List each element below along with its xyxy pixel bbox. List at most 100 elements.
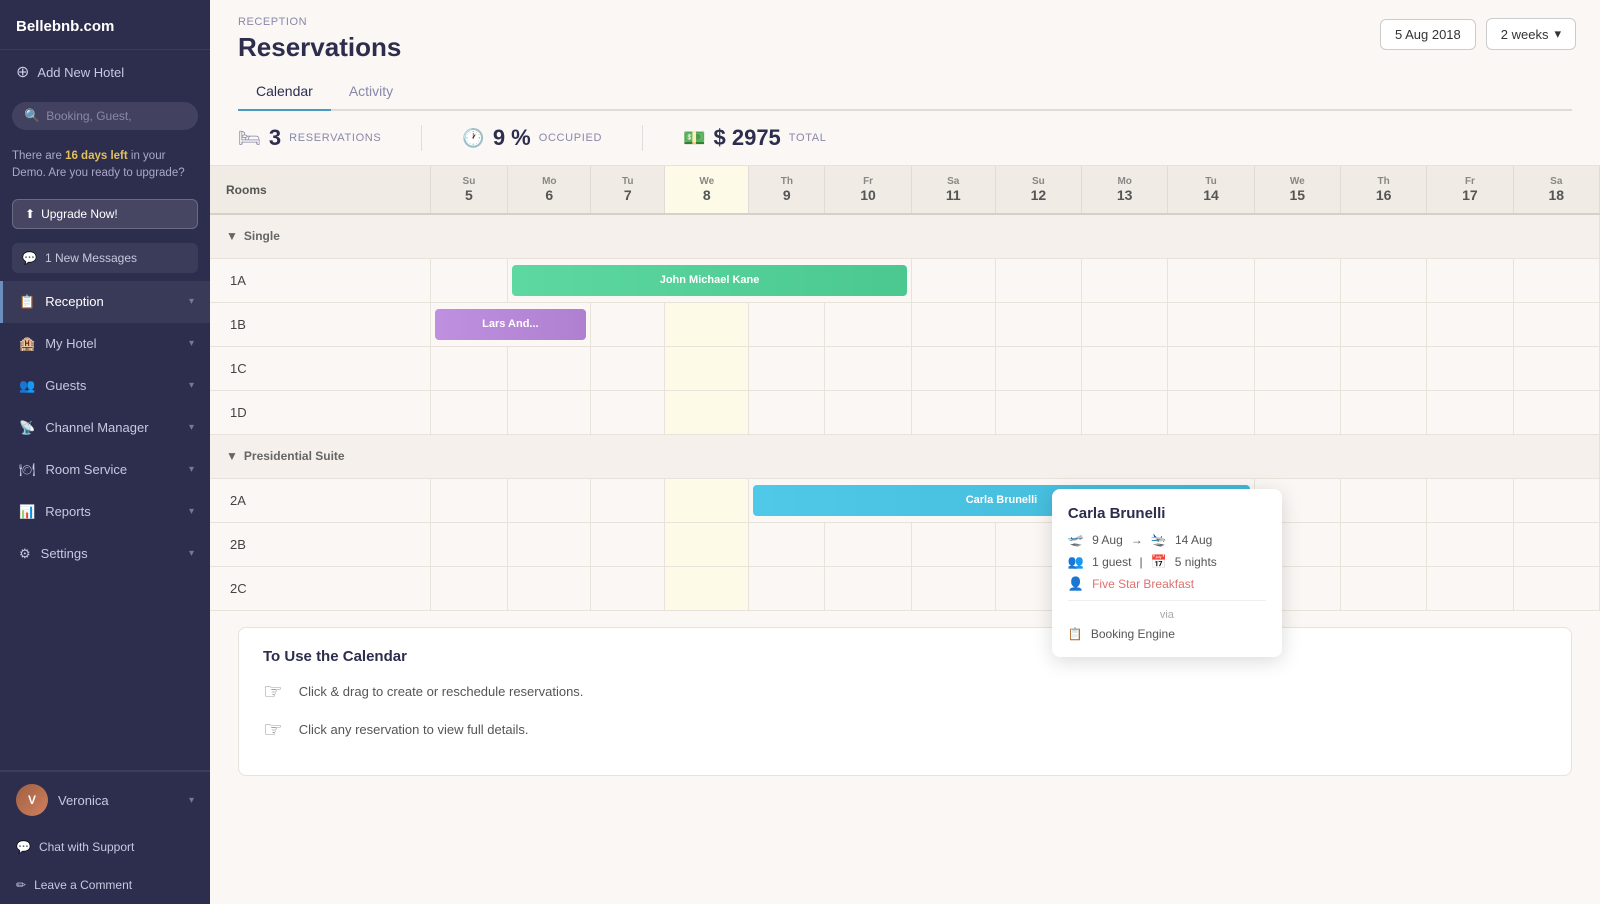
sidebar-item-guests[interactable]: 👥 Guests ▾ xyxy=(0,365,210,407)
cell-2b-tu7[interactable] xyxy=(591,522,665,566)
cell-1c-sa11[interactable] xyxy=(911,346,995,390)
cell-1c-fr10[interactable] xyxy=(825,346,911,390)
cell-2b-sa18[interactable] xyxy=(1513,522,1599,566)
cell-2a-we15[interactable] xyxy=(1254,478,1340,522)
cell-1c-th9[interactable] xyxy=(749,346,825,390)
cell-1d-th16[interactable] xyxy=(1340,390,1426,434)
cell-2c-sa11[interactable] xyxy=(911,566,995,610)
cell-1d-sa11[interactable] xyxy=(911,390,995,434)
cell-1d-su5[interactable] xyxy=(430,390,508,434)
sidebar-item-reports[interactable]: 📊 Reports ▾ xyxy=(0,491,210,533)
cell-2b-su12[interactable] xyxy=(995,522,1081,566)
sidebar-item-settings[interactable]: ⚙ Settings ▾ xyxy=(0,533,210,575)
cell-1d-su12[interactable] xyxy=(995,390,1081,434)
cell-2c-sa18[interactable] xyxy=(1513,566,1599,610)
leave-comment-button[interactable]: ✏ Leave a Comment xyxy=(0,866,210,904)
cell-2c-tu7[interactable] xyxy=(591,566,665,610)
tab-activity[interactable]: Activity xyxy=(331,75,411,111)
cell-1b-su12[interactable] xyxy=(995,302,1081,346)
cell-2b-fr17[interactable] xyxy=(1427,522,1513,566)
cell-1c-fr17[interactable] xyxy=(1427,346,1513,390)
cell-1b-mo13[interactable] xyxy=(1082,302,1168,346)
cell-1a-su12[interactable] xyxy=(995,258,1081,302)
upgrade-button[interactable]: ⬆ Upgrade Now! xyxy=(12,199,198,229)
cell-1c-we15[interactable] xyxy=(1254,346,1340,390)
cell-1d-fr17[interactable] xyxy=(1427,390,1513,434)
cell-1c-tu14[interactable] xyxy=(1168,346,1254,390)
cell-1d-tu7[interactable] xyxy=(591,390,665,434)
cell-2a-fr17[interactable] xyxy=(1427,478,1513,522)
cell-2a-we8[interactable] xyxy=(665,478,749,522)
cell-2a-mo6[interactable] xyxy=(508,478,591,522)
cell-2a-th16[interactable] xyxy=(1340,478,1426,522)
sidebar-item-room-service[interactable]: 🍽 Room Service ▾ xyxy=(0,449,210,491)
chat-support-button[interactable]: 💬 Chat with Support xyxy=(0,828,210,866)
cell-2c-fr10[interactable] xyxy=(825,566,911,610)
cell-2c-th9[interactable] xyxy=(749,566,825,610)
search-input[interactable] xyxy=(46,109,186,123)
cell-1d-we15[interactable] xyxy=(1254,390,1340,434)
cell-1a-su5[interactable] xyxy=(430,258,508,302)
cell-2b-th9[interactable] xyxy=(749,522,825,566)
cell-2c-we8[interactable] xyxy=(665,566,749,610)
cell-2b-mo13[interactable] xyxy=(1082,522,1168,566)
cell-2a-tu7[interactable] xyxy=(591,478,665,522)
cell-1b-we8[interactable] xyxy=(665,302,749,346)
reservation-carla-brunelli[interactable]: Carla Brunelli xyxy=(753,485,1249,516)
new-messages-item[interactable]: 💬 1 New Messages xyxy=(12,243,198,273)
cell-1b-fr10[interactable] xyxy=(825,302,911,346)
search-box[interactable]: 🔍 xyxy=(12,102,198,130)
cell-1a-sa11[interactable] xyxy=(911,258,995,302)
sidebar-item-reception[interactable]: 📋 Reception ▾ xyxy=(0,281,210,323)
sidebar-item-my-hotel[interactable]: 🏨 My Hotel ▾ xyxy=(0,323,210,365)
cell-2b-sa11[interactable] xyxy=(911,522,995,566)
cell-2c-mo13[interactable] xyxy=(1082,566,1168,610)
cell-1a-tu14[interactable] xyxy=(1168,258,1254,302)
cell-1b-sa18[interactable] xyxy=(1513,302,1599,346)
cell-1c-th16[interactable] xyxy=(1340,346,1426,390)
cell-1c-su12[interactable] xyxy=(995,346,1081,390)
cell-2b-mo6[interactable] xyxy=(508,522,591,566)
cell-1b-th9[interactable] xyxy=(749,302,825,346)
cell-2b-we8[interactable] xyxy=(665,522,749,566)
cell-2c-mo6[interactable] xyxy=(508,566,591,610)
reservation-lars[interactable]: Lars And... xyxy=(435,309,587,340)
cell-1a-fr17[interactable] xyxy=(1427,258,1513,302)
cell-1d-th9[interactable] xyxy=(749,390,825,434)
cell-2c-tu14[interactable] xyxy=(1168,566,1254,610)
cell-2a-su5[interactable] xyxy=(430,478,508,522)
cell-2a-th9[interactable]: Carla Brunelli Carla Brunelli 🛫 9 Aug → … xyxy=(749,478,1254,522)
cell-2c-th16[interactable] xyxy=(1340,566,1426,610)
cell-1b-su5[interactable]: Lars And... xyxy=(430,302,591,346)
calendar-area[interactable]: Rooms Su5 Mo6 Tu7 We8 Th9 Fr10 Sa11 Su12… xyxy=(210,166,1600,904)
cell-2c-su5[interactable] xyxy=(430,566,508,610)
cell-2b-we15[interactable] xyxy=(1254,522,1340,566)
cell-2b-th16[interactable] xyxy=(1340,522,1426,566)
cell-1b-th16[interactable] xyxy=(1340,302,1426,346)
cell-1b-tu14[interactable] xyxy=(1168,302,1254,346)
cell-1a-sa18[interactable] xyxy=(1513,258,1599,302)
cell-1a-mo6[interactable]: John Michael Kane xyxy=(508,258,911,302)
cell-2c-su12[interactable] xyxy=(995,566,1081,610)
cell-1c-mo13[interactable] xyxy=(1082,346,1168,390)
cell-1d-fr10[interactable] xyxy=(825,390,911,434)
cell-1c-sa18[interactable] xyxy=(1513,346,1599,390)
cell-2c-we15[interactable] xyxy=(1254,566,1340,610)
date-picker-button[interactable]: 5 Aug 2018 xyxy=(1380,19,1476,50)
cell-1a-th16[interactable] xyxy=(1340,258,1426,302)
cell-2b-su5[interactable] xyxy=(430,522,508,566)
reservation-john-kane[interactable]: John Michael Kane xyxy=(512,265,906,296)
cell-1d-mo6[interactable] xyxy=(508,390,591,434)
cell-1c-we8[interactable] xyxy=(665,346,749,390)
cell-1d-we8[interactable] xyxy=(665,390,749,434)
user-profile[interactable]: V Veronica ▾ xyxy=(0,771,210,828)
sidebar-item-channel-manager[interactable]: 📡 Channel Manager ▾ xyxy=(0,407,210,449)
cell-1a-mo13[interactable] xyxy=(1082,258,1168,302)
cell-2a-sa18[interactable] xyxy=(1513,478,1599,522)
cell-2b-tu14[interactable] xyxy=(1168,522,1254,566)
cell-1c-tu7[interactable] xyxy=(591,346,665,390)
cell-1c-su5[interactable] xyxy=(430,346,508,390)
cell-1b-we15[interactable] xyxy=(1254,302,1340,346)
period-selector-button[interactable]: 2 weeks ▾ xyxy=(1486,18,1576,50)
cell-1d-sa18[interactable] xyxy=(1513,390,1599,434)
